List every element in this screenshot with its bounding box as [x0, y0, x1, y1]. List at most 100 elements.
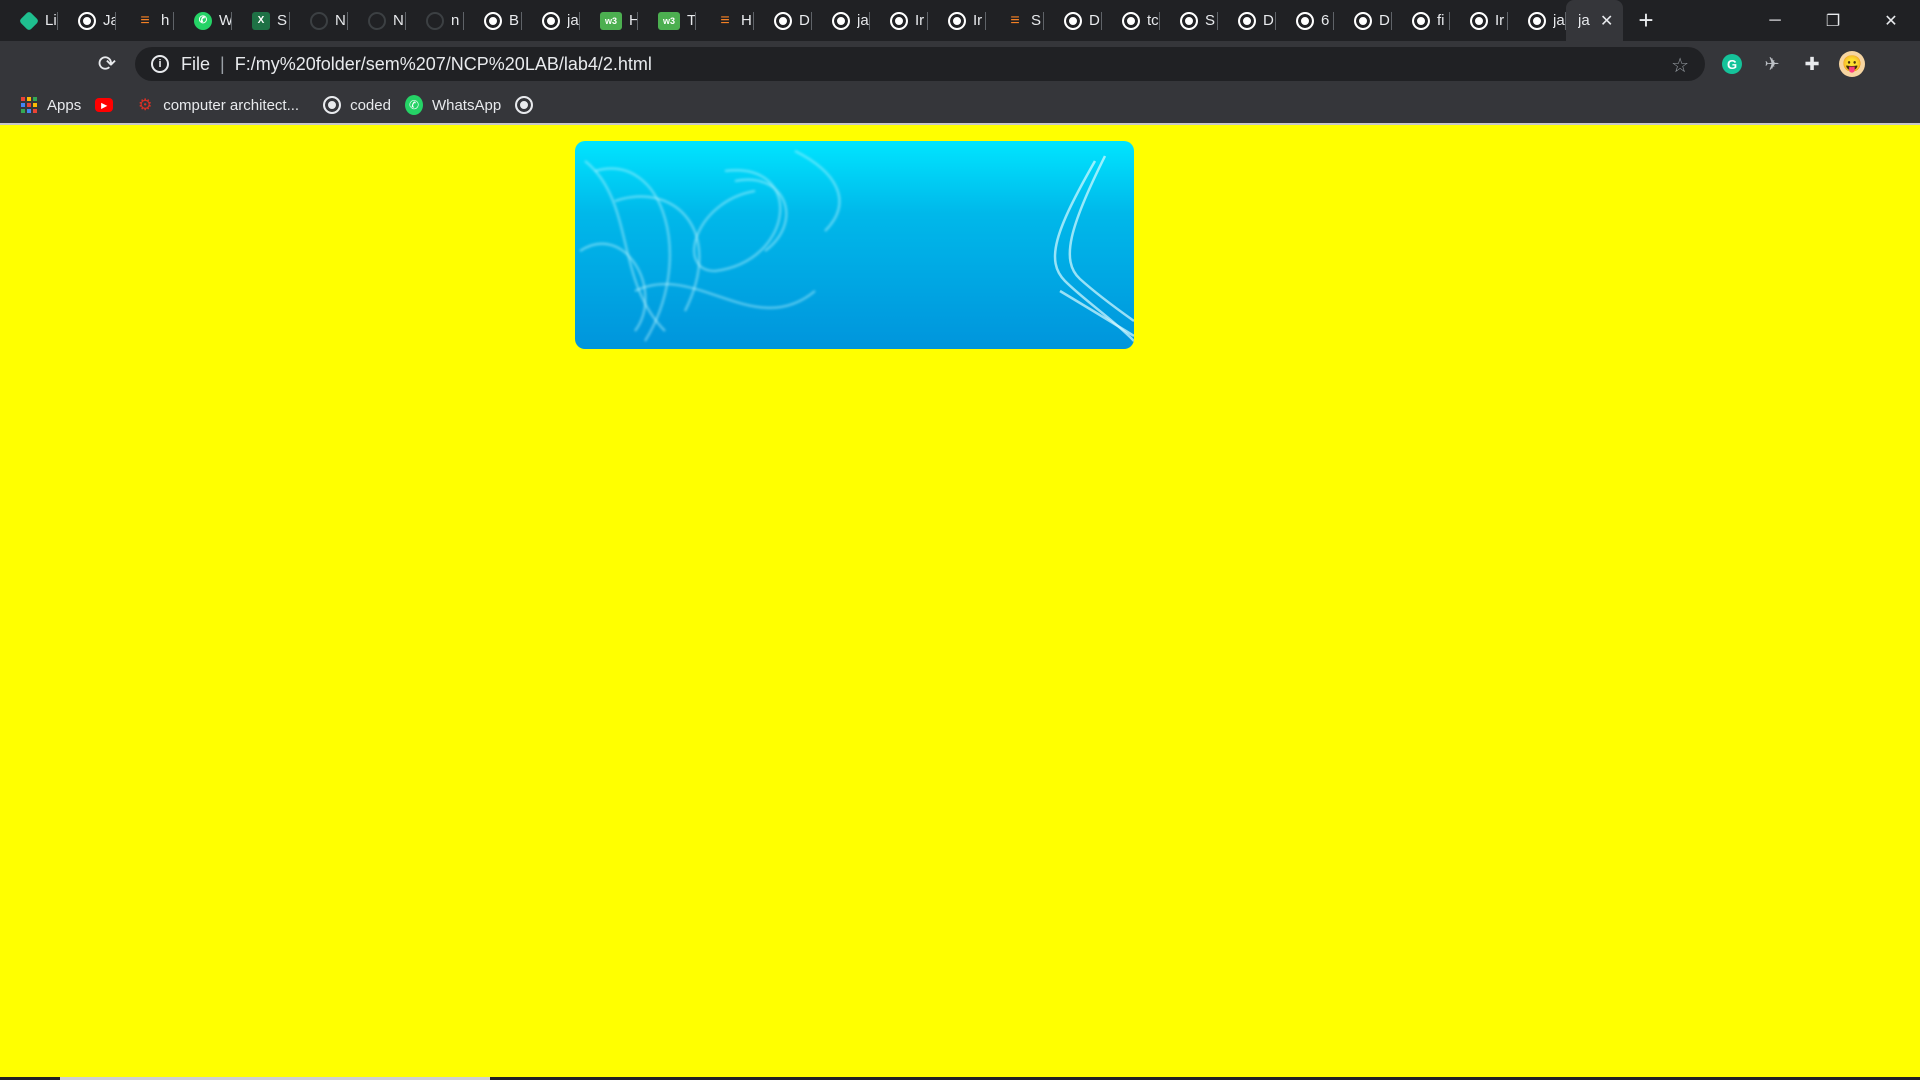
tab-title: Li [45, 12, 57, 29]
bookmarks-bar: Apps ▶ ⚙ computer architect... coded ✆ W… [0, 87, 1920, 125]
apps-grid-icon [20, 96, 38, 114]
close-tab-icon[interactable]: ✕ [1600, 11, 1613, 31]
stackoverflow-icon: ≡ [140, 11, 150, 29]
active-tab[interactable]: ja ✕ [1566, 0, 1623, 41]
bookmark-label: coded [350, 96, 391, 114]
tab-title: D [1263, 12, 1274, 29]
globe-icon [832, 11, 850, 30]
stackoverflow-icon: ≡ [1010, 11, 1020, 29]
browser-tab[interactable]: 6 [1276, 0, 1334, 41]
extension-icon[interactable]: ✈ [1758, 50, 1786, 78]
tab-title: ja [857, 12, 869, 29]
browser-tab[interactable]: Ja [58, 0, 116, 41]
browser-toolbar: ⟳ i File | F:/my%20folder/sem%207/NCP%20… [0, 41, 1920, 87]
globe-icon [542, 11, 560, 30]
browser-tab[interactable]: Ir [870, 0, 928, 41]
tab-title: B [509, 12, 520, 29]
globe-icon [1296, 11, 1314, 30]
bookmark-label: computer architect... [163, 96, 300, 114]
globe-icon [1354, 11, 1372, 30]
close-window-button[interactable]: ✕ [1862, 0, 1920, 41]
browser-tab[interactable]: XS [232, 0, 290, 41]
browser-tab[interactable]: fi [1392, 0, 1450, 41]
restore-button[interactable]: ❐ [1804, 0, 1862, 41]
stackoverflow-icon: ≡ [720, 11, 730, 29]
tab-title: S [1031, 12, 1042, 29]
bookmark-whatsapp[interactable]: ✆ WhatsApp [404, 95, 502, 115]
browser-tab[interactable]: ja [522, 0, 580, 41]
bookmark-coded[interactable]: coded [323, 96, 391, 114]
address-bar[interactable]: i File | F:/my%20folder/sem%207/NCP%20LA… [135, 47, 1705, 81]
whatsapp-icon: ✆ [404, 95, 423, 115]
browser-tab[interactable]: ≡ h [116, 0, 174, 41]
browser-tab[interactable]: ja [812, 0, 870, 41]
tab-title: Ti [687, 12, 696, 29]
active-tab-title: ja [1578, 12, 1590, 29]
tab-title: Ja [103, 12, 115, 29]
tab-title: N [335, 12, 346, 29]
globe-icon [78, 11, 96, 30]
browser-tab[interactable]: Li [0, 0, 58, 41]
browser-tab[interactable]: Ir [928, 0, 986, 41]
new-tab-button[interactable]: + [1623, 0, 1669, 41]
bookmark-youtube[interactable]: ▶ [95, 96, 122, 114]
tab-title: D [1379, 12, 1390, 29]
browser-tab[interactable]: ✆ W [174, 0, 232, 41]
browser-tab[interactable]: Ir [1450, 0, 1508, 41]
url-text[interactable]: F:/my%20folder/sem%207/NCP%20LAB/lab4/2.… [235, 54, 652, 75]
browser-tab[interactable]: D [1044, 0, 1102, 41]
browser-tab[interactable]: w3 Ti [638, 0, 696, 41]
browser-tab[interactable]: ja [1508, 0, 1566, 41]
browser-tab[interactable]: S [1160, 0, 1218, 41]
tab-title: N [393, 12, 404, 29]
tab-title: W [219, 12, 231, 29]
tab-title: fi [1437, 12, 1445, 29]
browser-tab[interactable]: N [290, 0, 348, 41]
bookmark-globe[interactable] [515, 96, 542, 114]
bookmark-computer-architecture[interactable]: ⚙ computer architect... [136, 96, 300, 115]
tab-title: h [161, 12, 170, 29]
banner-swirl-graphic [579, 150, 1134, 342]
browser-tab[interactable]: n [406, 0, 464, 41]
browser-tab[interactable]: N [348, 0, 406, 41]
globe-icon [774, 11, 792, 30]
tab-title: ja [567, 12, 579, 29]
globe-icon [515, 96, 534, 114]
hex-icon [18, 10, 40, 31]
tab-list: LiJa≡h✆WXSNNnBjaw3Hw3Ti≡HDjaIrIr≡SDtcSD6… [0, 0, 1566, 41]
globe-icon [1064, 11, 1082, 30]
tab-title: D [1089, 12, 1100, 29]
browser-tab[interactable]: w3 H [580, 0, 638, 41]
profile-button[interactable]: 😛 [1838, 50, 1866, 78]
browser-tab[interactable]: D [1334, 0, 1392, 41]
browser-tab[interactable]: tc [1102, 0, 1160, 41]
banner-image [575, 141, 1134, 349]
globe-icon [1180, 11, 1198, 30]
window-controls: ─ ❐ ✕ [1746, 0, 1920, 41]
globe-icon [1470, 11, 1488, 30]
github-icon [310, 11, 328, 30]
globe-icon [1412, 11, 1430, 30]
browser-tab[interactable]: ≡ H [696, 0, 754, 41]
extensions-puzzle-icon[interactable]: ✚ [1798, 50, 1826, 78]
tab-title: Ir [1495, 12, 1505, 29]
w3schools-icon: w3 [600, 11, 622, 30]
bookmark-label: Apps [47, 96, 82, 114]
site-info-icon[interactable]: i [151, 55, 169, 73]
minimize-button[interactable]: ─ [1746, 0, 1804, 41]
globe-icon [323, 96, 342, 114]
bookmark-label: WhatsApp [431, 96, 502, 114]
bookmark-apps[interactable]: Apps [20, 96, 81, 114]
scheme-label: File [181, 53, 211, 74]
bookmark-star-icon[interactable]: ☆ [1671, 53, 1689, 78]
browser-tab[interactable]: D [1218, 0, 1276, 41]
browser-tab[interactable]: B [464, 0, 522, 41]
github-icon [426, 11, 444, 30]
tab-strip: LiJa≡h✆WXSNNnBjaw3Hw3Ti≡HDjaIrIr≡SDtcSD6… [0, 0, 1920, 41]
browser-tab[interactable]: ≡ S [986, 0, 1044, 41]
youtube-icon: ▶ [95, 96, 114, 114]
grammarly-icon: G [1722, 54, 1742, 74]
browser-tab[interactable]: D [754, 0, 812, 41]
reload-button[interactable]: ⟳ [92, 51, 122, 77]
grammarly-extension-button[interactable]: G [1718, 50, 1746, 78]
